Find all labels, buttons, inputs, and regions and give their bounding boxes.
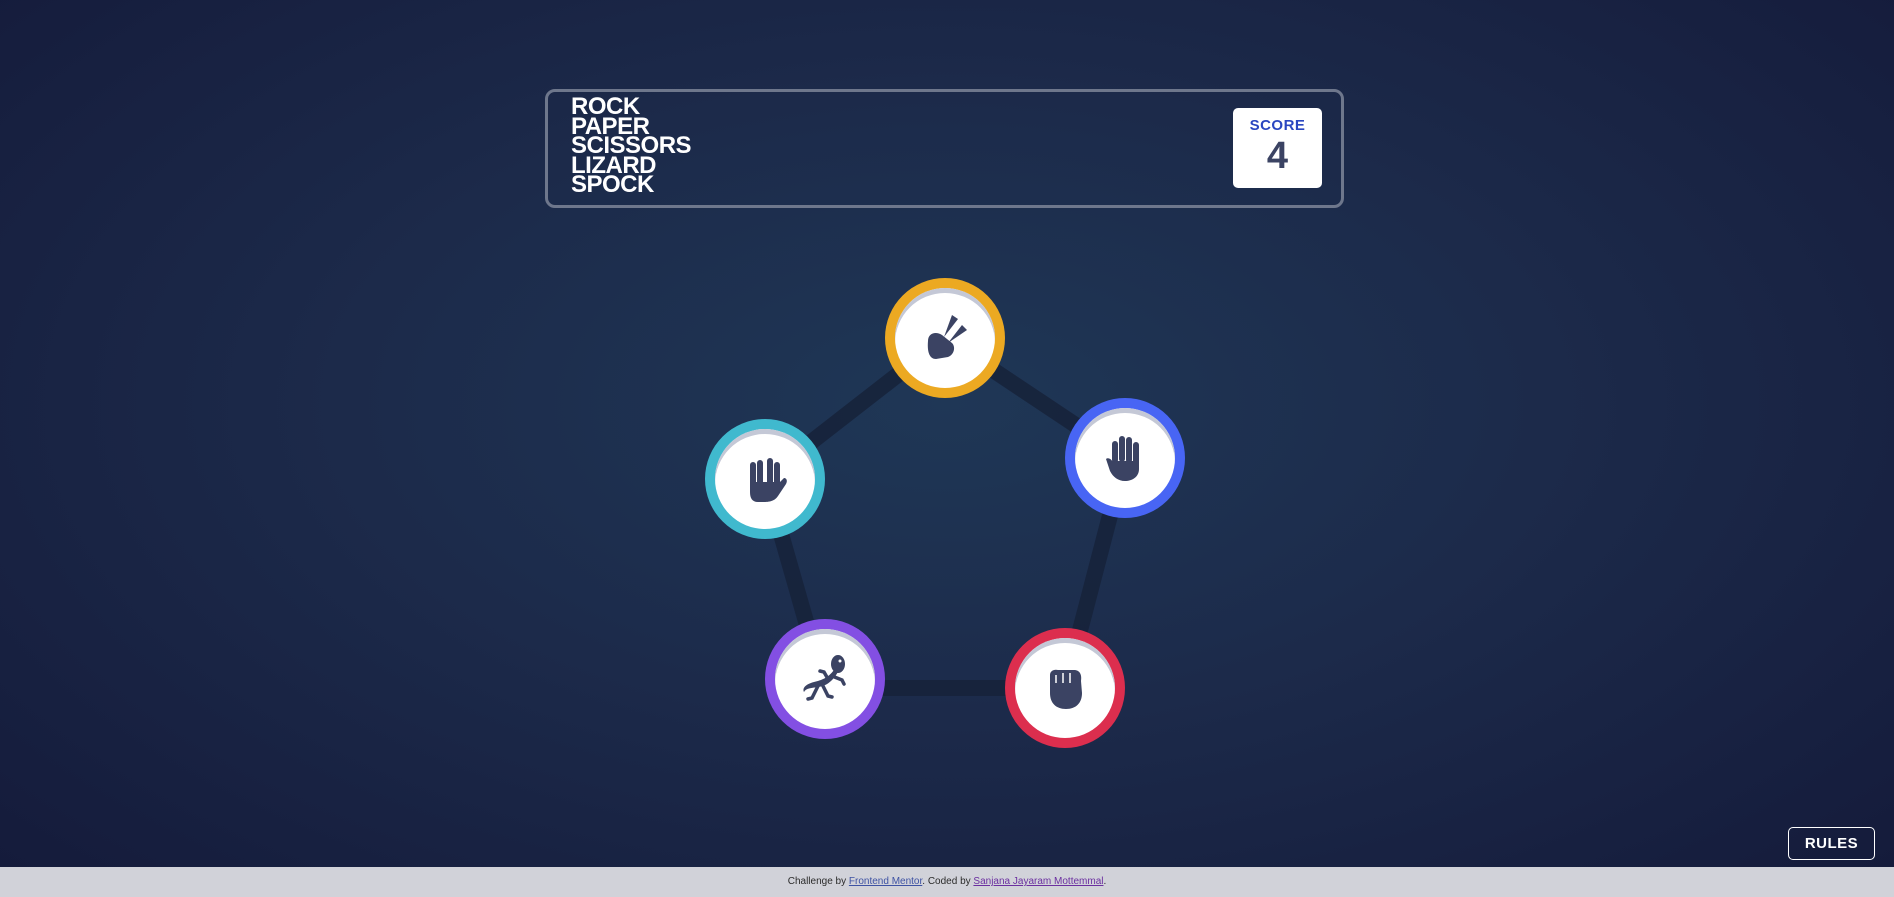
score-header: ROCK PAPER SCISSORS LIZARD SPOCK SCORE 4 — [545, 89, 1344, 208]
title-word-spock: SPOCK — [571, 171, 654, 198]
spock-token-face — [715, 429, 815, 529]
game-title: ROCK PAPER SCISSORS LIZARD SPOCK — [571, 95, 692, 198]
rules-button[interactable]: RULES — [1788, 827, 1875, 860]
frontend-mentor-link[interactable]: Frontend Mentor — [849, 876, 922, 887]
score-value: 4 — [1266, 135, 1289, 177]
attribution-suffix: . — [1103, 876, 1107, 887]
attribution-middle: . Coded by — [922, 876, 974, 887]
spock-token[interactable] — [705, 419, 825, 539]
rock-token-face — [1015, 638, 1115, 738]
lizard-token[interactable] — [765, 619, 885, 739]
rock-icon — [1050, 669, 1082, 709]
spock-icon — [750, 458, 787, 502]
paper-icon — [1106, 436, 1139, 481]
paper-token[interactable] — [1065, 398, 1185, 518]
paper-token-face — [1075, 408, 1175, 508]
attribution-footer: Challenge by Frontend Mentor. Coded by S… — [0, 867, 1894, 897]
lizard-icon — [803, 655, 846, 701]
score-box: SCORE 4 — [1233, 108, 1322, 188]
scissors-icon — [927, 315, 967, 359]
lizard-token-face — [775, 629, 875, 729]
scissors-token[interactable] — [885, 278, 1005, 398]
rock-token[interactable] — [1005, 628, 1125, 748]
author-link[interactable]: Sanjana Jayaram Mottemmal — [973, 876, 1103, 887]
scissors-token-face — [895, 288, 995, 388]
attribution-prefix: Challenge by — [787, 876, 849, 887]
score-label: SCORE — [1249, 117, 1306, 134]
